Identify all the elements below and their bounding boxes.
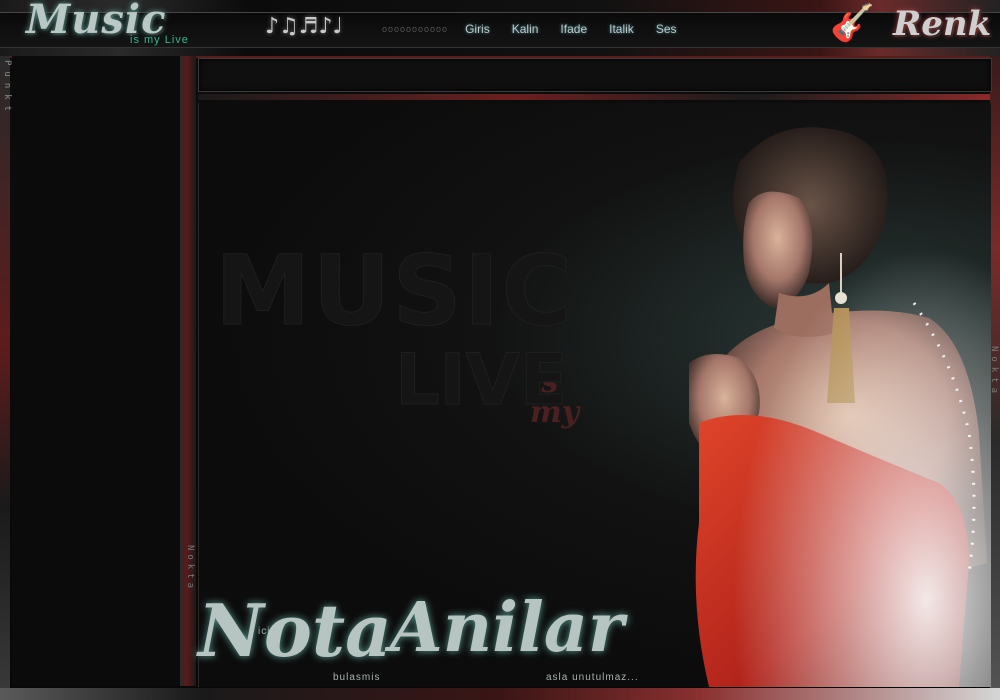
left-frame xyxy=(0,56,10,700)
brand-logo: Music is my Live xyxy=(26,0,226,54)
watermark-live: LIVE xyxy=(395,339,569,421)
light-glow xyxy=(669,103,991,687)
watermark: MUSIC is my LIVE xyxy=(215,235,580,428)
music-notes-icon: ♪♫♬♪♩ xyxy=(265,14,343,39)
caption-nota: Nota xyxy=(198,588,392,673)
nav-dots: ooooooooooo xyxy=(382,24,449,34)
nav-ses-button[interactable]: Ses xyxy=(656,22,677,36)
caption-asla: asla unutulmaz... xyxy=(546,672,639,683)
color-button[interactable]: Renk xyxy=(893,4,991,44)
nokta-right-label: Nokta xyxy=(989,346,999,399)
caption-bulasmis: bulasmis xyxy=(333,672,381,683)
header-separator xyxy=(198,94,990,100)
toolbar-nav: ooooooooooo Giris Kalin Ifade Italik Ses xyxy=(382,22,688,36)
nav-italik-button[interactable]: Italik xyxy=(609,22,634,36)
caption-anilar: Anilar xyxy=(390,588,624,668)
nav-giris-button[interactable]: Giris xyxy=(465,22,490,36)
message-input[interactable] xyxy=(198,58,992,92)
nav-kalin-button[interactable]: Kalin xyxy=(512,22,539,36)
page: Music is my Live ♪♫♬♪♩ ooooooooooo Giris… xyxy=(0,0,1000,700)
guitar-icon: 🎸 xyxy=(830,3,875,44)
user-list-panel[interactable] xyxy=(12,56,181,686)
bottom-caption: icine Nota bulasmis Anilar asla unutulma… xyxy=(190,586,690,696)
woman-illustration xyxy=(669,103,991,687)
brand-subtitle: is my Live xyxy=(130,34,189,46)
punkt-label: Punkt xyxy=(2,60,12,118)
watermark-music: MUSIC xyxy=(215,235,574,347)
nav-ifade-button[interactable]: Ifade xyxy=(560,22,587,36)
